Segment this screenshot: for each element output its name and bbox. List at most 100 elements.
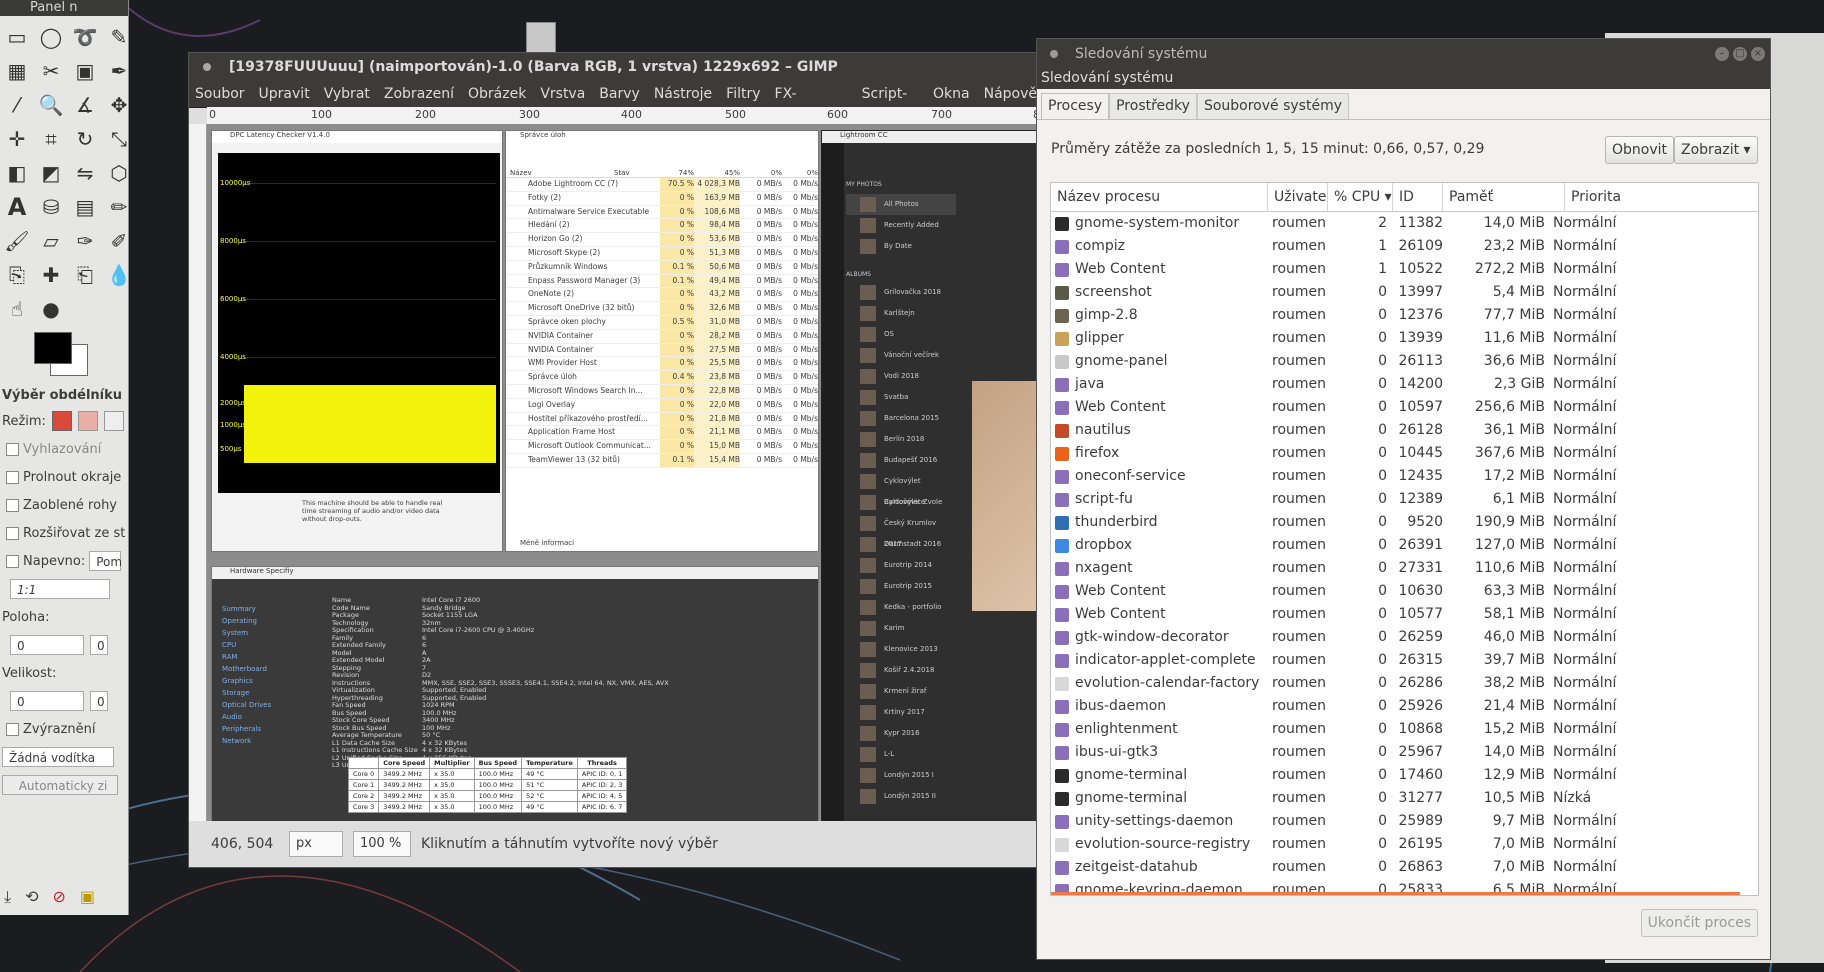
process-row[interactable]: dropbox roumen 0 26391 127,0 MiB Normální [1051, 534, 1758, 557]
col-id[interactable]: ID [1393, 183, 1443, 211]
album-item[interactable]: Krmení žiraf [846, 681, 956, 702]
shear-icon[interactable]: ◧ [0, 156, 34, 190]
clone-icon[interactable]: ⎘ [0, 258, 34, 292]
process-row[interactable]: thunderbird roumen 0 9520 190,9 MiB Normální [1051, 511, 1758, 534]
album-item[interactable]: Londýn 2015 I [846, 765, 956, 786]
expand-checkbox[interactable] [6, 526, 19, 540]
process-row[interactable]: Web Content roumen 0 10597 256,6 MiB Normální [1051, 396, 1758, 419]
feather-checkbox[interactable] [6, 470, 19, 484]
process-row[interactable]: Web Content roumen 1 10522 272,2 MiB Normální [1051, 258, 1758, 281]
process-row[interactable]: screenshot roumen 0 13997 5,4 MiB Normální [1051, 281, 1758, 304]
menu-nastroje[interactable]: Nástroje [654, 81, 712, 107]
hw-nav-item[interactable]: Peripherals [222, 723, 282, 735]
process-row[interactable]: evolution-calendar-factory roumen 0 26286 38… [1051, 672, 1758, 695]
taskmgr-row[interactable]: Application Frame Host 0 % 21,1 MB 0 MB/s 0 … [506, 426, 818, 441]
desktop-tray-window[interactable] [526, 22, 556, 54]
hw-nav-item[interactable]: Operating System [222, 615, 282, 639]
color-picker-icon[interactable]: ⁄ [0, 88, 34, 122]
hw-nav-item[interactable]: Motherboard [222, 663, 282, 675]
view-menu-button[interactable]: Zobrazit ▾ [1674, 136, 1758, 164]
hw-nav-item[interactable]: Summary [222, 603, 282, 615]
album-item[interactable]: Klenovice 2013 [846, 639, 956, 660]
process-row[interactable]: gtk-window-decorator roumen 0 26259 46,0 MiB… [1051, 626, 1758, 649]
process-row[interactable]: compiz roumen 1 26109 23,2 MiB Normální [1051, 235, 1758, 258]
album-item[interactable]: Cyklovýlet Bartošovice [846, 471, 956, 506]
taskmgr-row[interactable]: Průzkumník Windows 0.1 % 50,6 MB 0 MB/s 0 Mb… [506, 260, 818, 275]
taskmgr-row[interactable]: Antimalware Service Executable 0 % 108,6 M… [506, 205, 818, 220]
album-item[interactable]: Vánoční večírek [846, 345, 956, 366]
taskmgr-row[interactable]: Microsoft Windows Search In... 0 % 22,8 MB… [506, 384, 818, 399]
text-icon[interactable]: A [0, 190, 34, 224]
process-row[interactable]: indicator-applet-complete roumen 0 26315 39,… [1051, 649, 1758, 672]
process-row[interactable]: zeitgeist-datahub roumen 0 26863 7,0 MiB Norm… [1051, 856, 1758, 879]
highlight-checkbox[interactable] [6, 722, 19, 736]
hw-nav-item[interactable]: Network [222, 735, 282, 747]
taskmgr-row[interactable]: Microsoft OneDrive (32 bitů) 0 % 32,6 MB 0 … [506, 302, 818, 316]
smudge-icon[interactable]: ☝ [0, 292, 34, 326]
lasso-icon[interactable]: ➰ [68, 20, 102, 54]
crop-icon[interactable]: ⌗ [34, 122, 68, 156]
col-header[interactable]: Stav [614, 169, 660, 177]
process-row[interactable]: gnome-terminal roumen 0 31277 10,5 MiB Nízká [1051, 787, 1758, 810]
mode-subtract-button[interactable] [103, 411, 124, 431]
taskmgr-row[interactable]: WMI Provider Host 0 % 25,5 MB 0 MB/s 0 Mb/s [506, 357, 818, 372]
scale-icon[interactable]: ⤡ [102, 122, 128, 156]
album-item[interactable]: Svatba [846, 387, 956, 408]
ratio-field[interactable]: 1:1 [10, 579, 110, 599]
ink-icon[interactable]: ✐ [102, 224, 128, 258]
scissors-icon[interactable]: ✂ [34, 54, 68, 88]
maximize-icon[interactable]: □ [1733, 47, 1747, 61]
process-row[interactable]: glipper roumen 0 13939 11,6 MiB Normální [1051, 327, 1758, 350]
taskmgr-footer[interactable]: Méně informací [520, 539, 574, 547]
tab-filesystems[interactable]: Souborové systémy [1196, 93, 1349, 119]
foreground-select-icon[interactable]: ▣ [68, 54, 102, 88]
album-item[interactable]: L-L [846, 744, 956, 765]
hw-nav-item[interactable]: Optical Drives [222, 699, 282, 711]
menu-obrazek[interactable]: Obrázek [468, 81, 526, 107]
perspective-clone-icon[interactable]: ⎗ [68, 258, 102, 292]
menu-vrstva[interactable]: Vrstva [540, 81, 585, 107]
taskmgr-row[interactable]: Enpass Password Manager (3) 0.1 % 49,4 MB 0… [506, 274, 818, 289]
flip-icon[interactable]: ⇋ [68, 156, 102, 190]
measure-icon[interactable]: ∡ [68, 88, 102, 122]
taskmgr-row[interactable]: Logi Overlay 0 % 22,0 MB 0 MB/s 0 Mb/s [506, 398, 818, 413]
end-process-button[interactable]: Ukončit proces [1640, 909, 1758, 937]
album-item[interactable]: Kypr 2016 [846, 723, 956, 744]
reset-icon[interactable]: ▣ [80, 887, 95, 907]
taskmgr-row[interactable]: NVIDIA Container 0 % 27,5 MB 0 MB/s 0 Mb/s [506, 343, 818, 358]
blur-icon[interactable]: 💧 [102, 258, 128, 292]
col-header[interactable]: 45% [694, 169, 740, 177]
bucket-fill-icon[interactable]: ⛁ [34, 190, 68, 224]
taskmgr-row[interactable]: Microsoft Outlook Communicat... 0 % 15,0 M… [506, 440, 818, 454]
menu-soubor[interactable]: Soubor [195, 81, 245, 107]
col-priority[interactable]: Priorita [1565, 183, 1758, 211]
album-item[interactable]: OS [846, 324, 956, 345]
paintbrush-icon[interactable]: 🖌 [0, 224, 34, 258]
album-item[interactable]: Cyklovýlet Zvole [846, 492, 956, 513]
process-row[interactable]: ibus-daemon roumen 0 25926 21,4 MiB Normální [1051, 695, 1758, 718]
process-row[interactable]: evolution-source-registry roumen 0 26195 7,0… [1051, 833, 1758, 856]
fixed-select[interactable]: Pom [89, 551, 122, 571]
album-item[interactable]: Darmstadt 2016 [846, 534, 956, 555]
minimize-icon[interactable]: – [1715, 47, 1729, 61]
rotate-icon[interactable]: ↻ [68, 122, 102, 156]
size-w-field[interactable]: 0 [10, 691, 84, 711]
process-row[interactable]: nautilus roumen 0 26128 36,1 MiB Normální [1051, 419, 1758, 442]
rect-select-icon[interactable]: ▭ [0, 20, 34, 54]
antialias-checkbox[interactable] [6, 442, 19, 456]
horizontal-ruler[interactable]: 0 100 200 300 400 500 600 700 800 [207, 107, 1054, 125]
cage-icon[interactable]: ⬡ [102, 156, 128, 190]
heal-icon[interactable]: ✚ [34, 258, 68, 292]
taskmgr-row[interactable]: Horizon Go (2) 0 % 53,6 MB 0 MB/s 0 Mb/s [506, 233, 818, 247]
airbrush-icon[interactable]: ✑ [68, 224, 102, 258]
process-row[interactable]: gnome-system-monitor roumen 2 11382 14,0 MiB… [1051, 212, 1758, 235]
fixed-checkbox[interactable] [6, 554, 19, 568]
fuzzy-select-icon[interactable]: ✎ [102, 20, 128, 54]
pencil-icon[interactable]: ✏ [102, 190, 128, 224]
blend-icon[interactable]: ▤ [68, 190, 102, 224]
album-item[interactable]: Český Krumlov 2017 [846, 513, 956, 548]
zoom-select[interactable]: 100 % [353, 831, 411, 857]
album-item[interactable]: Eurotrip 2014 [846, 555, 956, 576]
taskmgr-row[interactable]: Hostitel příkazového prostředí... 0 % 21,8… [506, 412, 818, 427]
album-item[interactable]: Eurotrip 2015 [846, 576, 956, 597]
